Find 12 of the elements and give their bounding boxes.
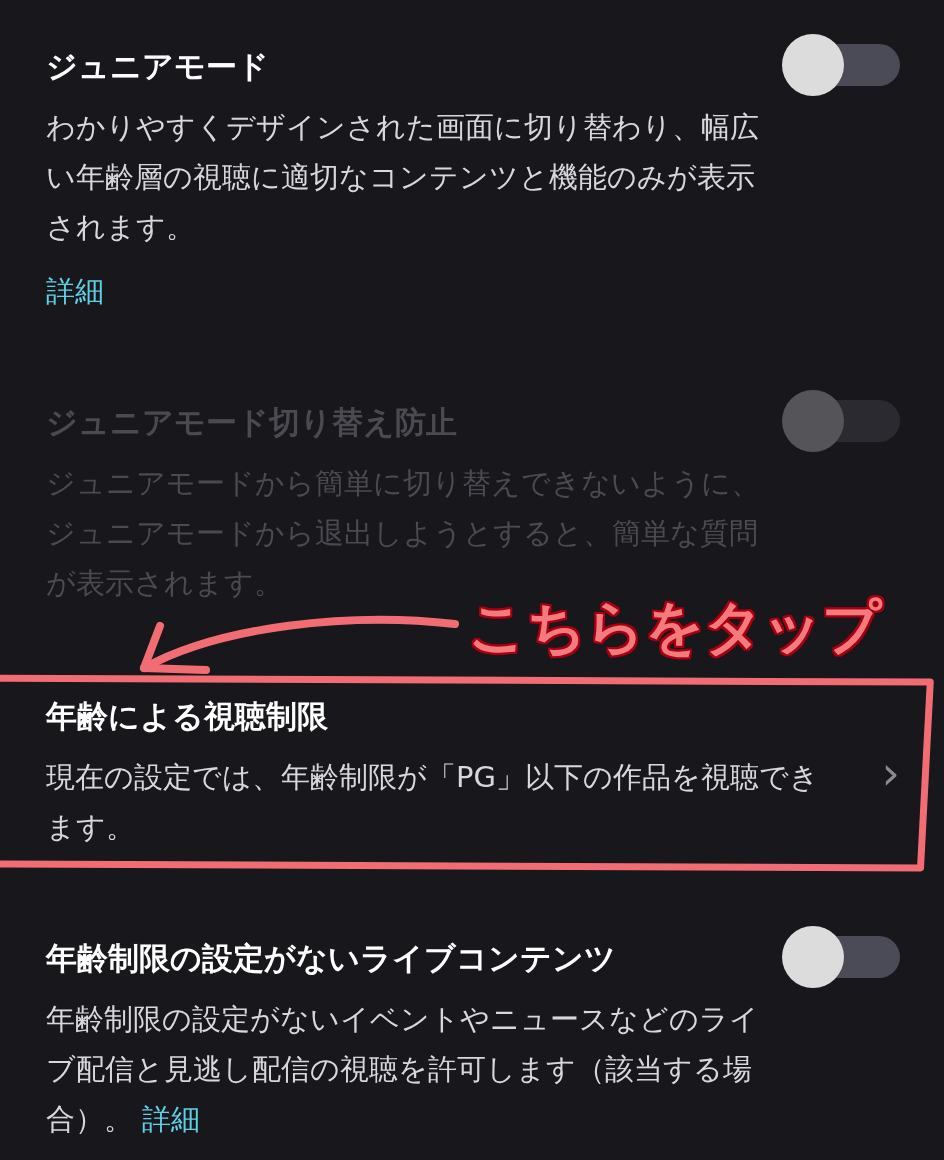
toggle-switch[interactable]: [782, 34, 900, 96]
details-link[interactable]: 詳細: [46, 274, 104, 308]
setting-title: ジュニアモード: [46, 47, 270, 86]
setting-title: 年齢による視聴制限: [46, 697, 329, 736]
details-link[interactable]: 詳細: [142, 1102, 201, 1136]
setting-description: 年齢制限の設定がないイベントやニュースなどのライブ配信と見逃し配信の視聴を許可します（該当する場合）。 詳細: [46, 1001, 760, 1138]
annotation-label: こちらをタップ: [468, 592, 881, 662]
chevron-icon[interactable]: ›: [881, 746, 900, 800]
toggle-switch[interactable]: [782, 926, 900, 988]
setting-title: 年齢制限の設定がないライブコンテンツ: [46, 939, 617, 978]
setting-description: 現在の設定では、年齢制限が「PG」以下の作品を視聴できます。: [46, 759, 820, 846]
setting-description: わかりやすくデザインされた画面に切り替わり、幅広い年齢層の視聴に適切なコンテンツと機能のみが表示されます。: [46, 109, 760, 246]
